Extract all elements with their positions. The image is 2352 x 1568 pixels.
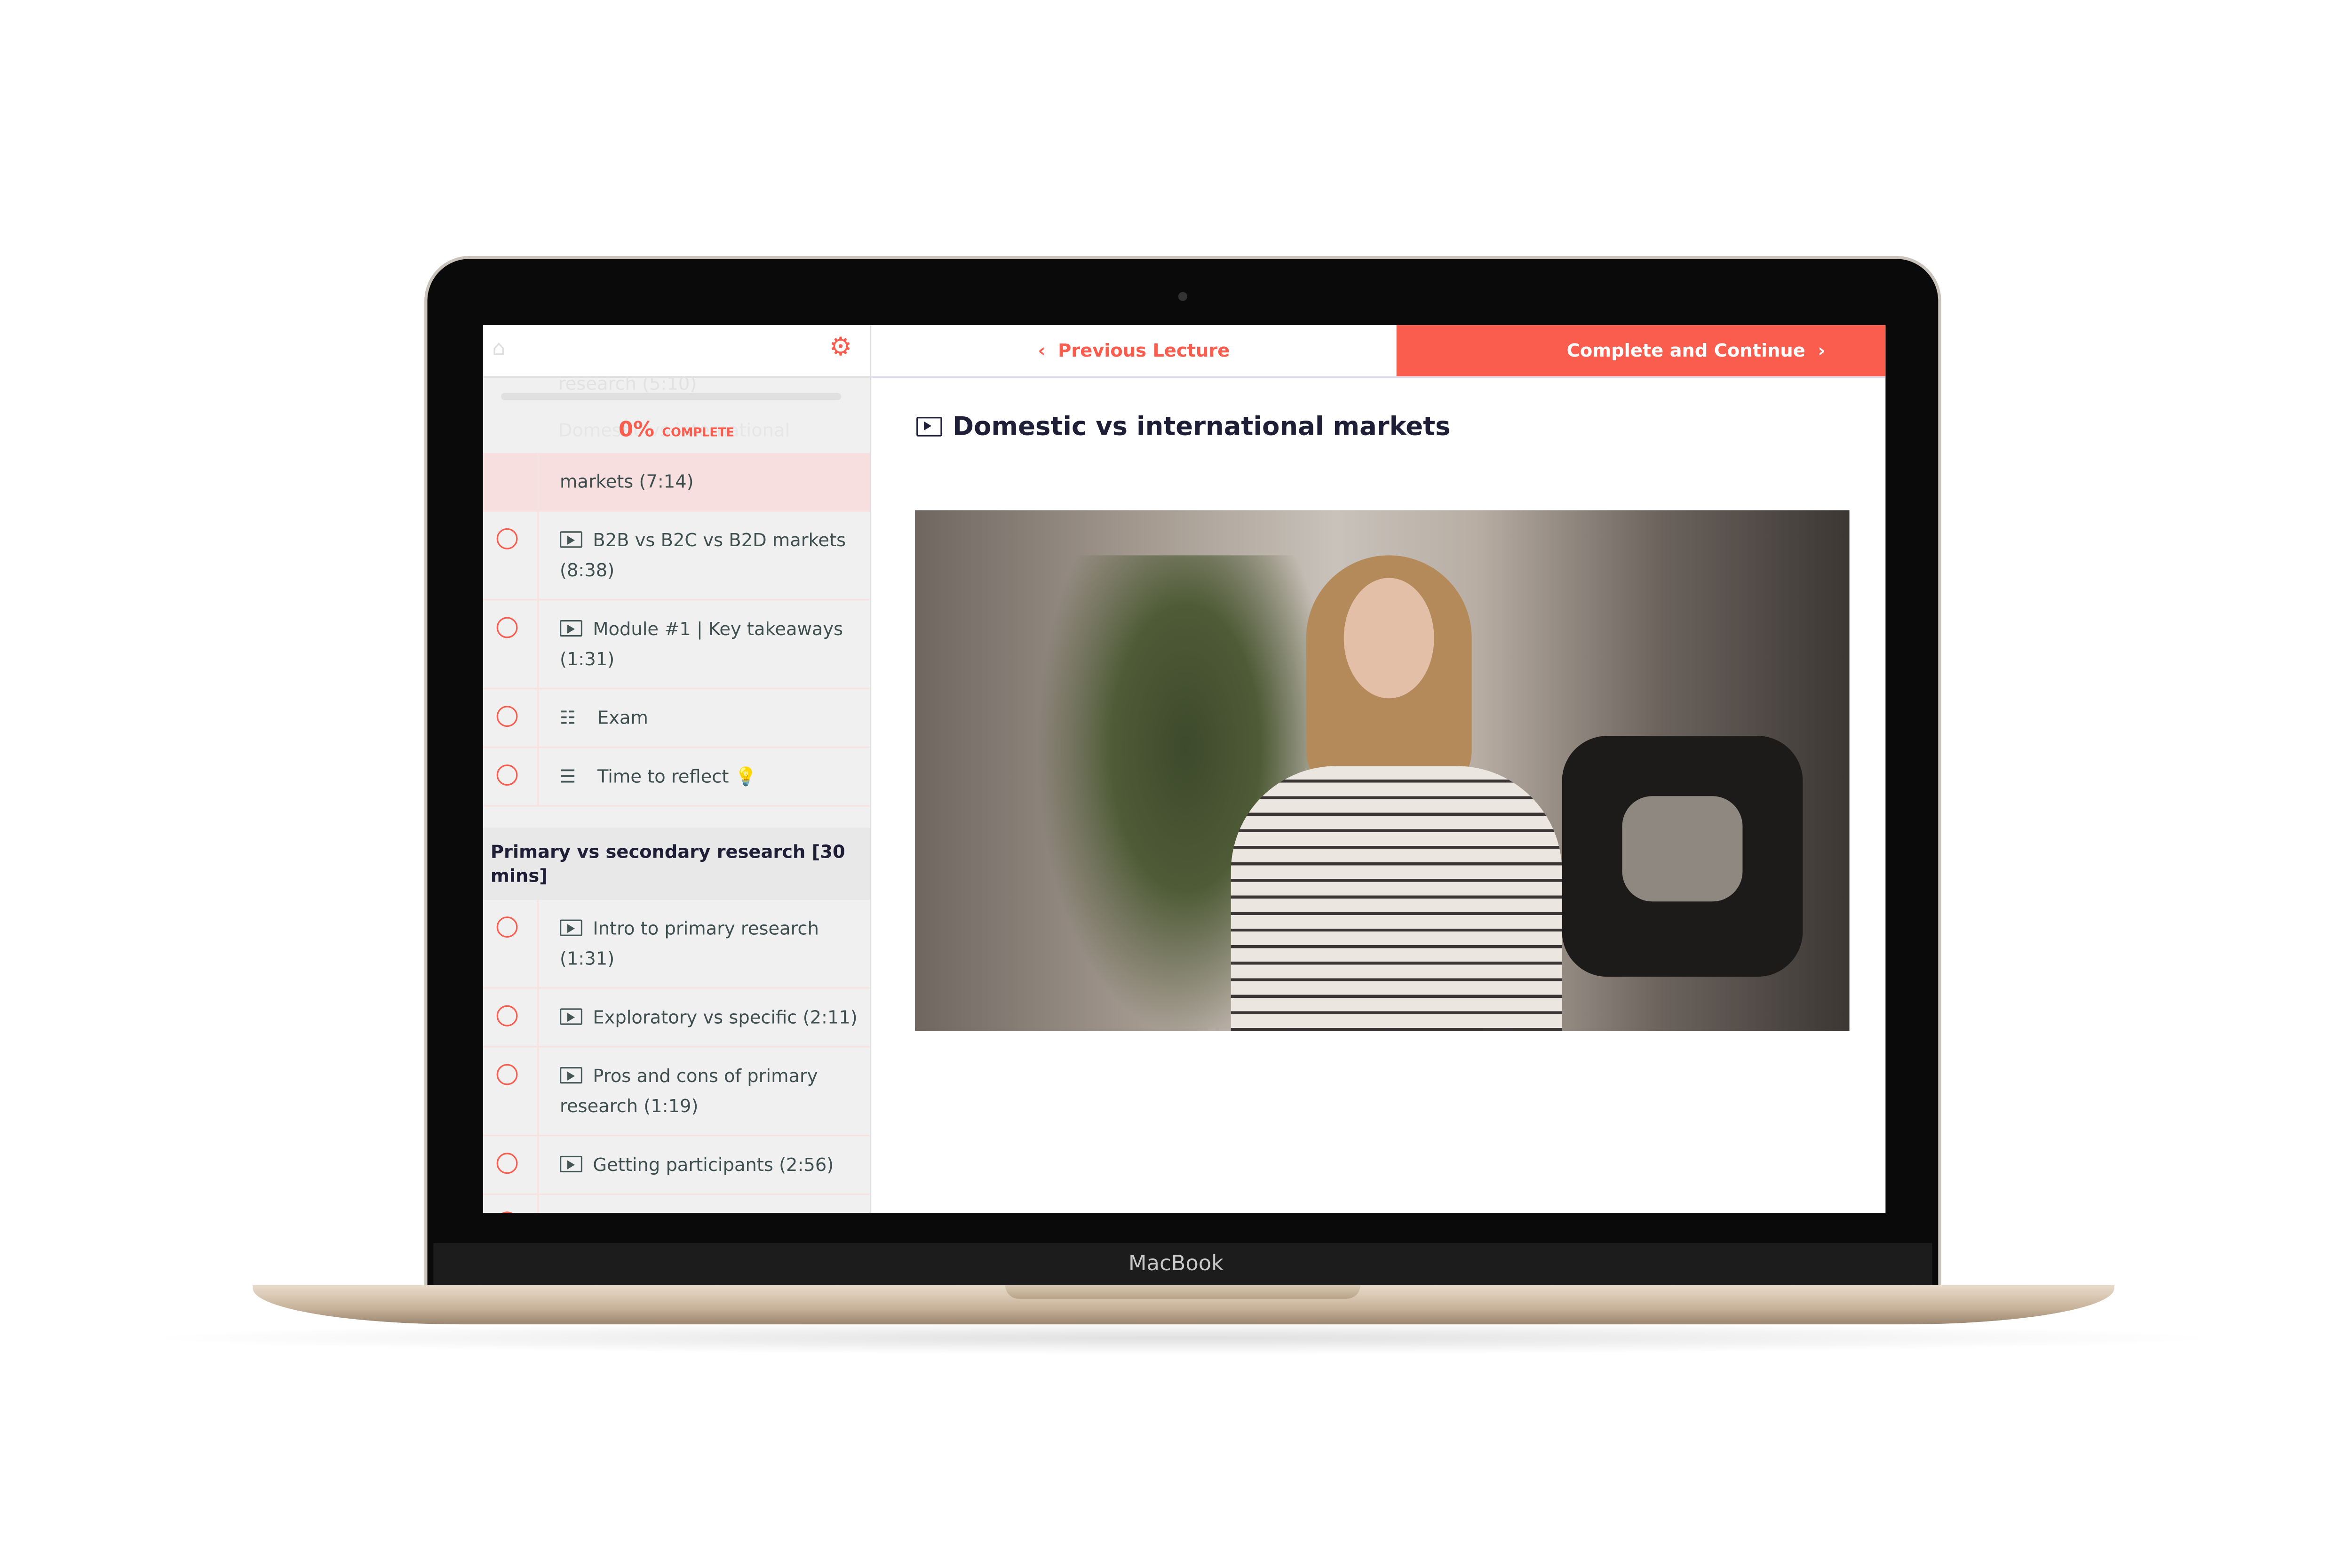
lecture-item-text: Intro to secondary research (0:58) xyxy=(539,1195,870,1213)
lecture-item[interactable]: Module #1 | Key takeaways (1:31) xyxy=(483,600,870,690)
lecture-item[interactable]: Intro to primary research (1:31) xyxy=(483,900,870,989)
incomplete-circle-icon[interactable] xyxy=(496,764,518,786)
incomplete-circle-icon[interactable] xyxy=(496,1064,518,1085)
next-label: Complete and Continue xyxy=(1566,340,1805,361)
completion-cell xyxy=(483,1047,539,1135)
lecture-item[interactable]: markets (7:14) xyxy=(483,453,870,512)
completion-cell xyxy=(483,511,539,599)
completion-cell xyxy=(483,453,539,510)
lecture-item-text: ☰ Time to reflect 💡 xyxy=(539,748,769,805)
complete-continue-button[interactable]: Complete and Continue › xyxy=(1396,325,1886,376)
camera xyxy=(1178,292,1188,301)
video-icon xyxy=(560,1067,583,1084)
lecture-item[interactable]: Getting participants (2:56) xyxy=(483,1136,870,1195)
completion-cell xyxy=(483,1195,539,1213)
faded-item-text: research (5:10) xyxy=(558,373,697,395)
completion-cell xyxy=(483,748,539,805)
lecture-item-label: Pros and cons of primary research (1:19) xyxy=(560,1065,818,1117)
progress-bar xyxy=(501,392,842,400)
lecture-item-label: B2B vs B2C vs B2D markets (8:38) xyxy=(560,530,846,581)
text-icon: ☰ xyxy=(560,766,576,788)
incomplete-circle-icon[interactable] xyxy=(496,706,518,727)
video-icon xyxy=(560,919,583,936)
incomplete-circle-icon[interactable] xyxy=(496,617,518,638)
lecture-title: Domestic vs international markets xyxy=(916,412,1451,443)
previous-lecture-button[interactable]: ‹ Previous Lecture xyxy=(871,325,1396,376)
lecture-item-text: B2B vs B2C vs B2D markets (8:38) xyxy=(539,512,870,599)
video-icon xyxy=(560,620,583,637)
lecture-item[interactable]: Intro to secondary research (0:58) xyxy=(483,1195,870,1213)
video-icon xyxy=(916,417,942,437)
completion-cell xyxy=(483,900,539,987)
chevron-left-icon: ‹ xyxy=(1038,340,1058,361)
lecture-item-label: Getting participants (2:56) xyxy=(593,1154,834,1176)
lecture-item[interactable]: Pros and cons of primary research (1:19) xyxy=(483,1047,870,1137)
incomplete-circle-icon[interactable] xyxy=(496,1153,518,1174)
laptop-shadow xyxy=(135,1321,2227,1355)
lecture-item-label: Module #1 | Key takeaways (1:31) xyxy=(560,618,843,670)
sidebar-header: ⌂ ⚙ xyxy=(483,325,870,378)
progress-complete-text: COMPLETE xyxy=(662,426,734,440)
lecture-item[interactable]: B2B vs B2C vs B2D markets (8:38) xyxy=(483,511,870,601)
lecture-item[interactable]: Exploratory vs specific (2:11) xyxy=(483,988,870,1048)
lecture-item-text: Module #1 | Key takeaways (1:31) xyxy=(539,600,870,688)
gear-icon[interactable]: ⚙ xyxy=(829,333,852,363)
lecture-item-label: Exploratory vs specific (2:11) xyxy=(593,1007,858,1028)
lecture-title-text: Domestic vs international markets xyxy=(952,412,1451,443)
lecture-item-text: Exploratory vs specific (2:11) xyxy=(539,989,869,1046)
video-frame-presenter-body xyxy=(1231,766,1562,1031)
lecture-item-label: Exam xyxy=(597,707,648,729)
incomplete-circle-icon[interactable] xyxy=(496,1211,518,1213)
video-icon xyxy=(560,1008,583,1025)
lecture-item-text: Getting participants (2:56) xyxy=(539,1136,846,1194)
lecture-item-label: Time to reflect 💡 xyxy=(597,766,757,788)
quiz-icon: ☷ xyxy=(560,707,576,729)
previous-label: Previous Lecture xyxy=(1058,340,1230,361)
chevron-right-icon: › xyxy=(1805,340,1826,361)
course-sidebar: ⌂ ⚙ research (5:10) Domestic vs internat… xyxy=(483,325,872,1213)
video-frame-cushion xyxy=(1622,796,1743,902)
lecture-item-label: Intro to primary research (1:31) xyxy=(560,918,819,970)
video-icon xyxy=(560,531,583,548)
incomplete-circle-icon[interactable] xyxy=(496,1005,518,1027)
video-player[interactable] xyxy=(914,510,1850,1031)
lecture-item-text: markets (7:14) xyxy=(539,453,706,510)
laptop-notch xyxy=(1005,1285,1360,1299)
screen: ⌂ ⚙ research (5:10) Domestic vs internat… xyxy=(483,325,1886,1213)
laptop-mockup: MacBook ⌂ ⚙ research (5:10) Domestic vs … xyxy=(0,0,2352,1568)
completion-cell xyxy=(483,600,539,688)
incomplete-circle-icon[interactable] xyxy=(496,528,518,549)
incomplete-circle-icon[interactable] xyxy=(496,916,518,938)
lecture-item-text: Pros and cons of primary research (1:19) xyxy=(539,1048,870,1135)
section-header: Primary vs secondary research [30 mins] xyxy=(483,828,870,900)
brand-label: MacBook xyxy=(1128,1252,1224,1276)
home-icon[interactable]: ⌂ xyxy=(492,337,505,361)
progress-section: research (5:10) Domestic vs internationa… xyxy=(483,373,870,453)
video-frame-presenter-face xyxy=(1343,578,1434,699)
lecture-item-label: markets (7:14) xyxy=(560,471,694,493)
lecture-item[interactable]: ☷ Exam xyxy=(483,689,870,748)
video-icon xyxy=(560,1155,583,1173)
progress-label: 0% COMPLETE xyxy=(483,414,870,443)
completion-cell xyxy=(483,689,539,747)
progress-percent: 0% xyxy=(618,418,655,443)
completion-cell xyxy=(483,988,539,1046)
lecture-item[interactable]: ☰ Time to reflect 💡 xyxy=(483,748,870,807)
lecture-nav: ‹ Previous Lecture Complete and Continue… xyxy=(871,325,1886,378)
completion-cell xyxy=(483,1136,539,1194)
lecture-item-text: Intro to primary research (1:31) xyxy=(539,900,870,987)
lecture-item-text: ☷ Exam xyxy=(539,689,660,747)
